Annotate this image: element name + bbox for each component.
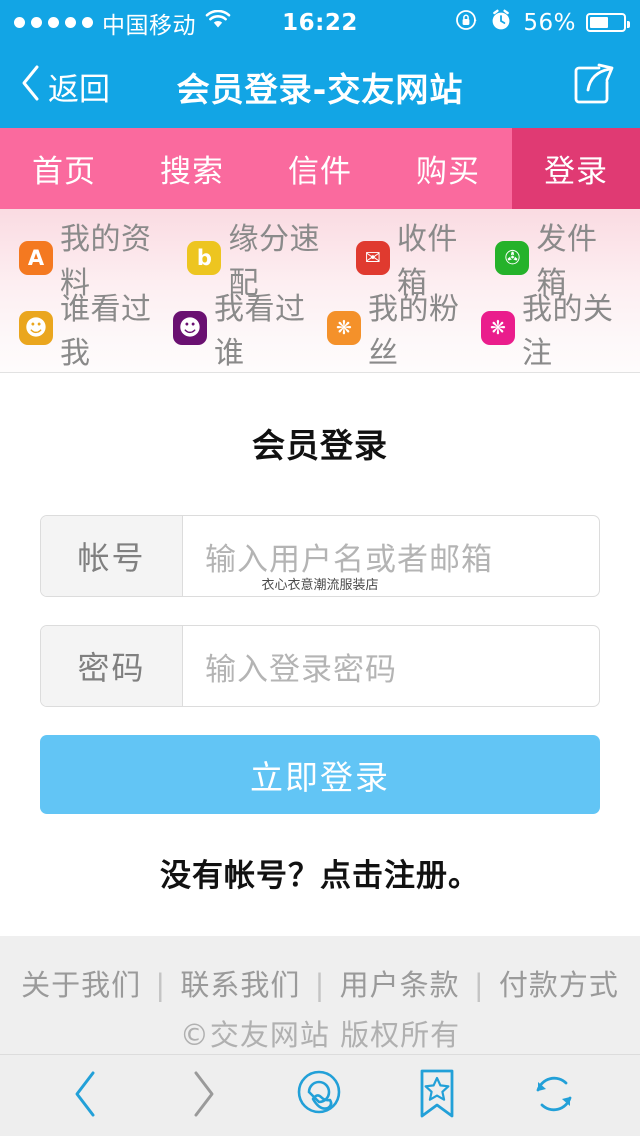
my-follows-icon: ❋ — [481, 311, 515, 345]
register-link[interactable]: 没有帐号？点击注册。 — [40, 850, 600, 895]
tab-label: 登录 — [544, 154, 608, 190]
inbox-icon: ✉ — [355, 241, 390, 275]
tab-label: 信件 — [288, 154, 352, 190]
toolbar-forward-button[interactable] — [163, 1061, 243, 1131]
carrier-name: 中国移动 — [102, 12, 196, 39]
tab-purchase[interactable]: 购买 — [384, 128, 512, 209]
toolbar-back-button[interactable] — [46, 1061, 126, 1131]
share-icon — [566, 58, 620, 116]
battery-percent-label: 56% — [523, 9, 576, 36]
tab-login[interactable]: 登录 — [512, 128, 640, 209]
rotation-lock-icon — [455, 8, 479, 38]
footer-separator: | — [155, 968, 167, 1002]
shortcut-label: 谁看过我 — [60, 292, 152, 371]
tab-mail[interactable]: 信件 — [256, 128, 384, 209]
tab-label: 购买 — [416, 154, 480, 190]
matchmaking-icon: b — [187, 241, 222, 275]
tab-home[interactable]: 首页 — [0, 128, 128, 209]
status-bar-left: 中国移动 — [14, 6, 320, 40]
tab-search[interactable]: 搜索 — [128, 128, 256, 209]
shortcut-my-fans[interactable]: ❋ 我的粉丝 — [327, 284, 467, 372]
qq-browser-icon — [292, 1066, 348, 1126]
chevron-right-icon — [186, 1068, 220, 1124]
signal-dot — [82, 17, 93, 28]
signal-dot — [31, 17, 42, 28]
my-fans-icon: ❋ — [327, 311, 361, 345]
app-root: 中国移动 16:22 56% 返回 会员登录-交友网站 首页 搜索 信件 购买 … — [0, 0, 640, 1136]
shortcut-row-1: A 我的资料 b 缘分速配 ✉ 收件箱 ✇ 发件箱 — [0, 222, 640, 301]
signal-dot — [14, 17, 25, 28]
bookmark-star-icon — [414, 1066, 460, 1126]
password-field-label: 密码 — [41, 626, 183, 706]
share-button[interactable] — [566, 58, 620, 116]
outbox-icon: ✇ — [495, 241, 530, 275]
toolbar-refresh-button[interactable] — [514, 1061, 594, 1131]
password-input[interactable]: 输入登录密码 — [183, 626, 599, 706]
toolbar-bookmark-button[interactable] — [397, 1061, 477, 1131]
site-footer: 关于我们 | 联系我们 | 用户条款 | 付款方式 ©交友网站 版权所有 — [0, 936, 640, 1055]
tab-label: 首页 — [32, 154, 96, 190]
alarm-clock-icon — [489, 8, 513, 38]
shortcut-label: 我的粉丝 — [368, 292, 460, 371]
who-i-viewed-icon: ☻ — [173, 311, 207, 345]
footer-link-list: 关于我们 | 联系我们 | 用户条款 | 付款方式 — [0, 962, 640, 1004]
footer-link-contact[interactable]: 联系我们 — [180, 968, 300, 1002]
form-heading: 会员登录 — [252, 426, 388, 465]
who-viewed-me-icon: ☻ — [19, 311, 53, 345]
shortcut-icon-panel: A 我的资料 b 缘分速配 ✉ 收件箱 ✇ 发件箱 ☻ 谁看过我 ☻ 我看过谁 … — [0, 209, 640, 373]
shortcut-label: 我看过谁 — [214, 292, 306, 371]
chevron-left-icon — [69, 1068, 103, 1124]
footer-separator: | — [473, 968, 485, 1002]
password-field-row: 密码 输入登录密码 — [40, 625, 600, 707]
account-field-row: 帐号 输入用户名或者邮箱 衣心衣意潮流服装店 — [40, 515, 600, 597]
shortcut-label: 我的关注 — [522, 292, 614, 371]
wifi-icon — [205, 9, 231, 36]
shortcut-who-i-viewed[interactable]: ☻ 我看过谁 — [173, 284, 313, 372]
signal-dot — [65, 17, 76, 28]
refresh-icon — [528, 1068, 580, 1124]
status-bar: 中国移动 16:22 56% — [0, 0, 640, 45]
signal-dot — [48, 17, 59, 28]
browser-toolbar — [0, 1055, 640, 1136]
profile-icon: A — [19, 241, 53, 275]
site-tab-bar: 首页 搜索 信件 购买 登录 — [0, 128, 640, 209]
shortcut-row-2: ☻ 谁看过我 ☻ 我看过谁 ❋ 我的粉丝 ❋ 我的关注 — [0, 292, 640, 371]
login-form: 会员登录 帐号 输入用户名或者邮箱 衣心衣意潮流服装店 密码 输入登录密码 立即… — [0, 373, 640, 895]
footer-copyright: ©交友网站 版权所有 — [179, 1018, 461, 1052]
footer-separator: | — [314, 968, 326, 1002]
login-submit-button[interactable]: 立即登录 — [40, 735, 600, 814]
watermark-text: 衣心衣意潮流服装店 — [261, 578, 379, 593]
footer-link-terms[interactable]: 用户条款 — [340, 968, 460, 1002]
battery-icon — [586, 13, 630, 32]
footer-link-payment[interactable]: 付款方式 — [499, 968, 619, 1002]
shortcut-my-follows[interactable]: ❋ 我的关注 — [481, 284, 621, 372]
footer-link-about[interactable]: 关于我们 — [21, 968, 141, 1002]
chevron-left-icon — [20, 64, 42, 110]
tab-label: 搜索 — [160, 154, 224, 190]
navigation-bar: 返回 会员登录-交友网站 — [0, 45, 640, 128]
shortcut-who-viewed-me[interactable]: ☻ 谁看过我 — [19, 284, 159, 372]
toolbar-browser-home-button[interactable] — [280, 1061, 360, 1131]
signal-strength-dots — [14, 17, 93, 28]
status-bar-right: 56% — [320, 8, 630, 38]
back-button[interactable]: 返回 — [20, 64, 110, 110]
back-button-label: 返回 — [48, 72, 110, 108]
